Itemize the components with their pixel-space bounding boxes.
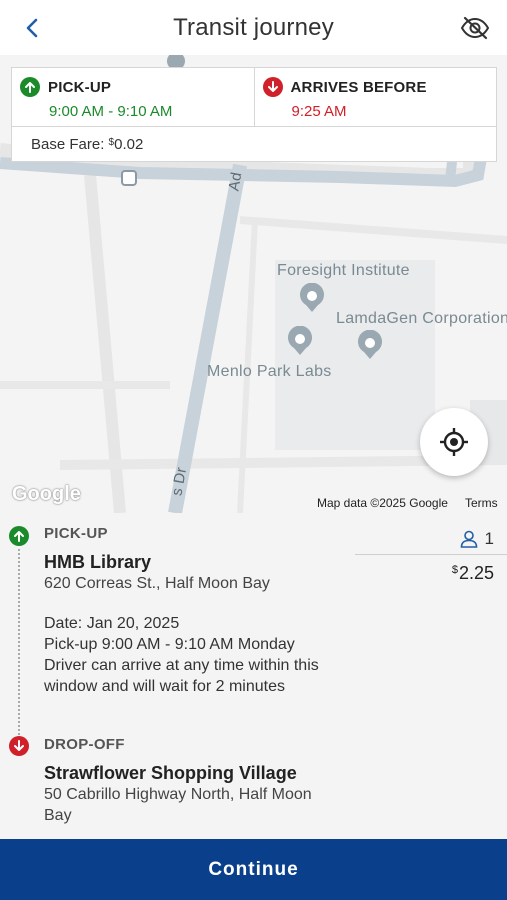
arrow-up-icon: [20, 77, 40, 97]
page-title: Transit journey: [173, 13, 334, 41]
map-terms-link[interactable]: Terms: [465, 496, 498, 510]
rider-count: 1: [484, 528, 494, 548]
map-street-label: Ad: [225, 170, 246, 193]
trip-date: Date: Jan 20, 2025: [44, 615, 180, 632]
map-attribution: Map data ©2025 Google: [317, 496, 448, 510]
arrival-summary: ARRIVES BEFORE 9:25 AM: [253, 68, 497, 126]
base-fare: Base Fare: $0.02: [12, 127, 496, 153]
back-button[interactable]: [18, 14, 46, 42]
pickup-stop-address: 620 Correas St., Half Moon Bay: [44, 575, 270, 592]
dropoff-section-label: DROP-OFF: [44, 736, 125, 753]
pickup-summary-time: 9:00 AM - 9:10 AM: [49, 103, 173, 120]
base-fare-amount: 0.02: [114, 136, 144, 153]
dropoff-stop-address: 50 Cabrillo Highway North, Half Moon Bay: [44, 786, 312, 824]
journey-summary-card: PICK-UP 9:00 AM - 9:10 AM ARRIVES BEFORE…: [11, 67, 497, 162]
map-poi-label-lamdagen: LamdaGen Corporation: [336, 310, 507, 327]
rider-count-box: 1: [355, 523, 507, 555]
trip-details: PICK-UP HMB Library 620 Correas St., Hal…: [0, 513, 507, 839]
pickup-summary-label: PICK-UP: [48, 78, 112, 96]
chevron-left-icon: [26, 18, 38, 38]
pickup-arrow-up-icon: [9, 526, 29, 546]
trip-price-currency: $: [451, 564, 458, 576]
pickup-stop-name: HMB Library: [44, 552, 152, 572]
person-icon: [460, 530, 477, 548]
arrival-summary-label: ARRIVES BEFORE: [290, 78, 427, 96]
my-location-button[interactable]: [420, 408, 488, 476]
google-logo: Google: [12, 483, 81, 505]
arrow-down-icon: [262, 77, 283, 97]
map-poi-label-foresight: Foresight Institute: [277, 262, 410, 279]
hide-map-button[interactable]: [459, 12, 491, 44]
eye-off-icon: [460, 16, 490, 40]
map-pin-icon[interactable]: [286, 326, 314, 356]
app-header: Transit journey: [0, 0, 507, 55]
map-poi-label-menlo: Menlo Park Labs: [207, 363, 332, 380]
continue-button[interactable]: Continue: [0, 839, 507, 900]
base-fare-label: Base Fare:: [31, 136, 109, 153]
driver-wait-note: Driver can arrive at any time within thi…: [44, 657, 319, 695]
crosshair-icon: [440, 428, 468, 456]
arrival-summary-time: 9:25 AM: [291, 103, 347, 120]
map-pin-icon[interactable]: [298, 283, 326, 313]
dropoff-stop-name: Strawflower Shopping Village: [44, 763, 297, 783]
pickup-summary: PICK-UP 9:00 AM - 9:10 AM: [12, 68, 254, 126]
dropoff-arrow-down-icon: [9, 736, 29, 756]
map-pin-icon[interactable]: [356, 330, 384, 360]
pickup-window: Pick-up 9:00 AM - 9:10 AM Monday: [44, 636, 295, 653]
pickup-section-label: PICK-UP: [44, 525, 108, 542]
trip-price: $2.25: [452, 563, 494, 584]
timeline-connector: [18, 549, 20, 739]
trip-price-amount: 2.25: [458, 563, 494, 583]
